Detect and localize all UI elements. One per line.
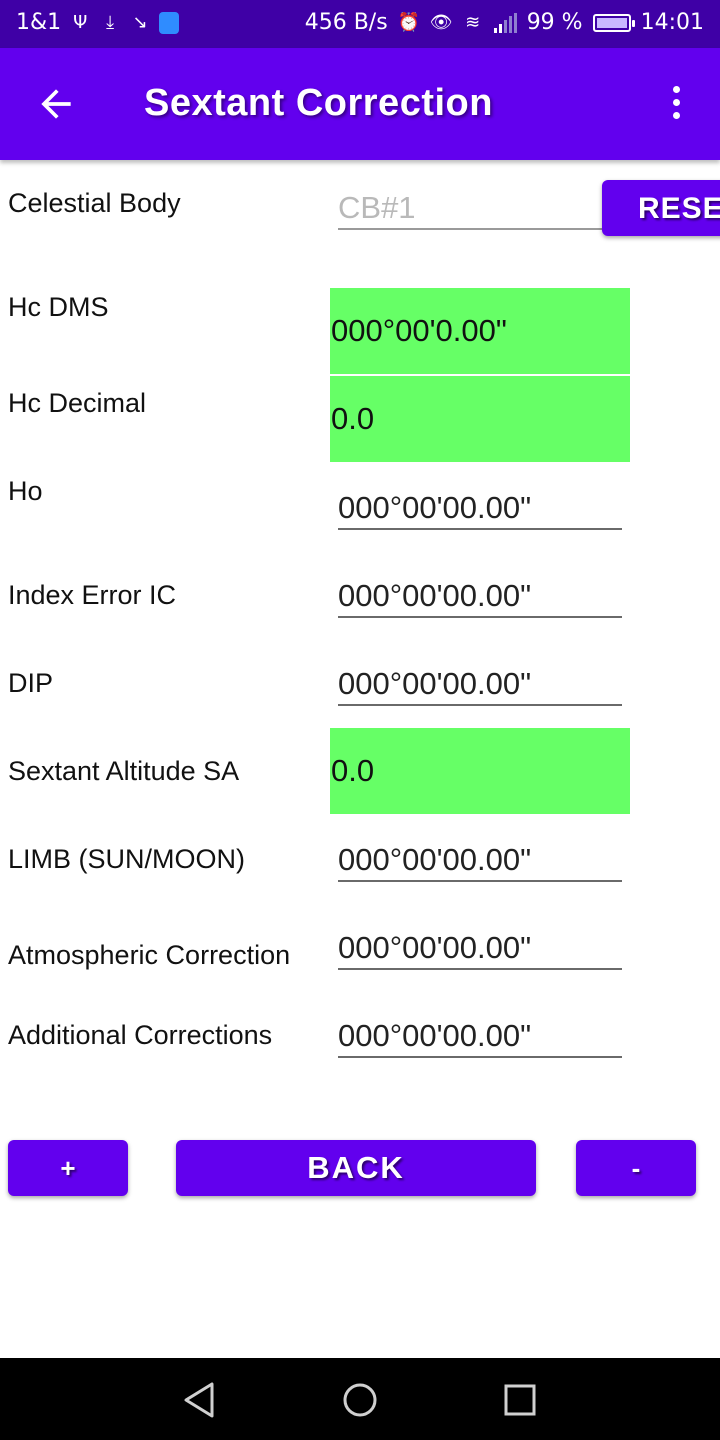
dip-label: DIP [8,668,54,698]
celestial-body-label: Celestial Body [8,188,181,218]
hc-dms-label: Hc DMS [8,292,109,322]
screen: 1&1 Ψ ⤓ ↘ 456 B/s ⏰ 👁 ≋ 99 % 14:01 Sexta… [0,0,720,1440]
atmospheric-correction-label: Atmospheric Correction [8,940,291,970]
limb-label: LIMB (SUN/MOON) [8,844,246,874]
atmospheric-correction-input[interactable]: 000°00'00.00" [338,930,622,970]
reset-button-label: RESET [638,192,720,225]
signal-icon [493,12,517,33]
usb-icon: Ψ [73,11,88,33]
sextant-altitude-value: 0.0 [330,728,630,814]
limb-input[interactable]: 000°00'00.00" [338,842,622,882]
hc-decimal-value: 0.0 [330,376,630,462]
ho-input[interactable]: 000°00'00.00" [338,490,622,530]
status-bar: 1&1 Ψ ⤓ ↘ 456 B/s ⏰ 👁 ≋ 99 % 14:01 [0,0,720,48]
hc-decimal-label: Hc Decimal [8,388,147,418]
dip-input[interactable]: 000°00'00.00" [338,666,622,706]
back-button-label: BACK [307,1150,405,1185]
index-error-label: Index Error IC [8,580,177,610]
network-speed: 456 B/s [304,10,388,35]
battery-icon [592,13,635,32]
nav-back-icon[interactable] [178,1378,222,1422]
additional-corrections-input[interactable]: 000°00'00.00" [338,1018,622,1058]
wifi-icon: ≋ [465,11,481,33]
arrow-left-icon[interactable] [34,82,78,126]
minus-button-label: - [631,1152,641,1183]
alarm-icon: ⏰ [397,11,421,33]
nav-recents-icon[interactable] [498,1378,542,1422]
missed-call-icon: ↘ [132,11,148,33]
ho-label: Ho [8,476,43,506]
download-icon: ⤓ [106,11,115,33]
hc-dms-value: 000°00'0.00" [330,288,630,374]
plus-button-label: + [60,1152,76,1183]
additional-corrections-label: Additional Corrections [8,1020,273,1050]
minus-button[interactable]: - [576,1140,696,1196]
carrier-label: 1&1 [16,10,62,35]
celestial-body-input[interactable]: CB#1 [338,190,622,230]
index-error-input[interactable]: 000°00'00.00" [338,578,622,618]
status-left: 1&1 Ψ ⤓ ↘ [16,10,180,35]
plus-button[interactable]: + [8,1140,128,1196]
battery-percent: 99 % [526,10,583,35]
eye-icon: 👁 [429,11,453,33]
shield-icon [159,11,180,34]
back-button[interactable]: BACK [176,1140,536,1196]
reset-button[interactable]: RESET [602,180,720,236]
nav-home-icon[interactable] [338,1378,382,1422]
page-title: Sextant Correction [144,82,493,124]
clock: 14:01 [640,10,704,35]
status-right: 456 B/s ⏰ 👁 ≋ 99 % 14:01 [305,10,704,35]
navigation-bar [0,1358,720,1440]
sextant-altitude-label: Sextant Altitude SA [8,756,240,786]
app-bar: Sextant Correction [0,48,720,160]
more-vert-icon[interactable] [664,86,688,126]
